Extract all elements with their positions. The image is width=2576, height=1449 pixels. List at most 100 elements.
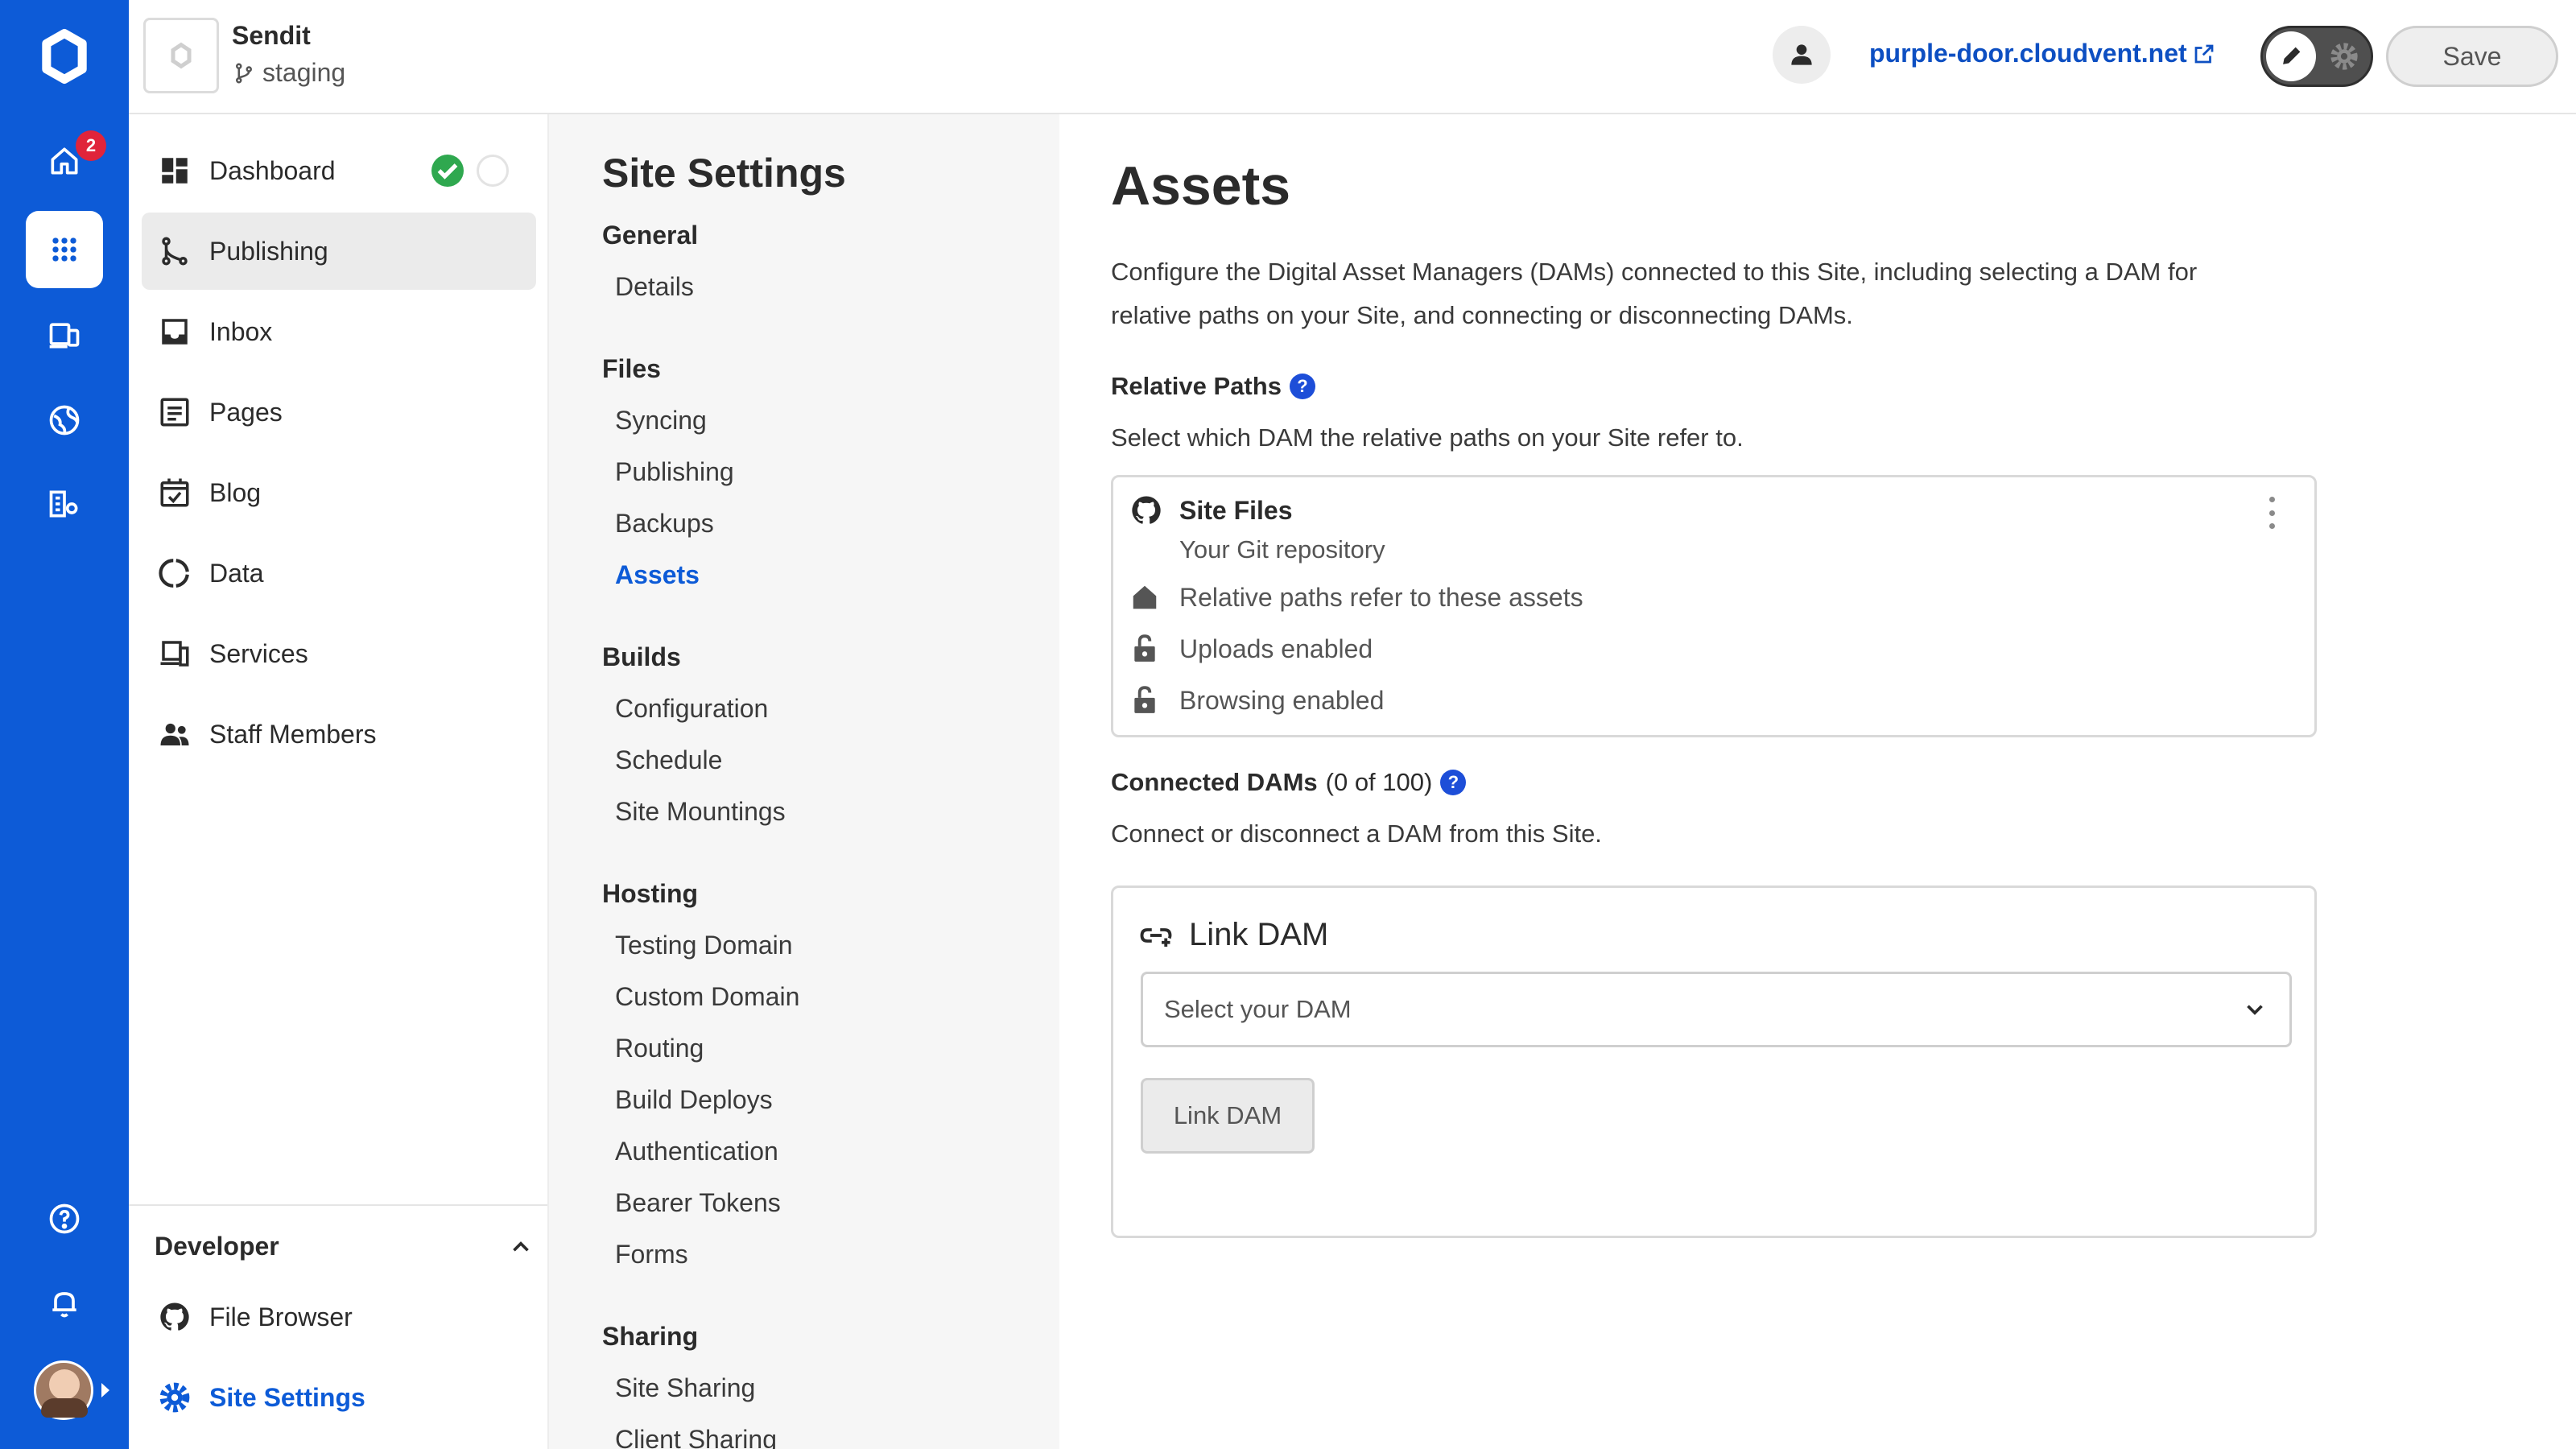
- dashboard-icon: [162, 158, 188, 184]
- site-files-header: Site Files: [1129, 493, 1293, 527]
- dam-select-placeholder: Select your DAM: [1164, 995, 1352, 1023]
- publishing-icon: [162, 237, 188, 266]
- dam-select[interactable]: Select your DAM: [1141, 972, 2292, 1047]
- menu-item-routing[interactable]: Routing: [615, 1034, 704, 1063]
- menu-item-schedule[interactable]: Schedule: [615, 745, 722, 775]
- check-status-icon: [431, 155, 464, 187]
- save-button[interactable]: Save: [2386, 26, 2558, 87]
- expand-caret-icon[interactable]: [101, 1383, 109, 1397]
- group-files: Files: [602, 354, 661, 383]
- menu-item-forms[interactable]: Forms: [615, 1240, 688, 1269]
- branch-indicator[interactable]: staging: [232, 58, 345, 88]
- connected-dams-heading: Connected DAMs (0 of 100) ?: [1111, 768, 1467, 797]
- edit-mode-toggle[interactable]: [2260, 26, 2373, 87]
- nav-label: Dashboard: [209, 155, 336, 185]
- page-description-line1: Configure the Digital Asset Managers (DA…: [1111, 258, 2198, 286]
- menu-item-syncing[interactable]: Syncing: [615, 406, 707, 436]
- branch-icon: [236, 63, 252, 83]
- gear-icon: [2326, 38, 2363, 75]
- menu-item-assets[interactable]: Assets: [615, 560, 700, 590]
- nav-label: Inbox: [209, 316, 273, 346]
- feature-uploads: Uploads enabled: [1129, 634, 1373, 664]
- pencil-icon: [2266, 31, 2316, 81]
- github-icon: [1132, 496, 1161, 524]
- link-dam-card: Link DAM Select your DAM Link DAM: [1111, 886, 2317, 1238]
- menu-item-authentication[interactable]: Authentication: [615, 1137, 778, 1166]
- site-url: purple-door.cloudvent.net: [1869, 39, 2187, 68]
- nav-item-services[interactable]: Services: [142, 615, 536, 692]
- nav-label: Blog: [209, 477, 262, 507]
- gear-icon: [159, 1382, 190, 1413]
- divider: [129, 1204, 547, 1206]
- site-nav: Dashboard Publishing Inbox Pages Blog Da…: [129, 114, 549, 1449]
- notification-badge: 2: [76, 130, 106, 161]
- unlocked-icon: [1134, 686, 1155, 713]
- menu-item-configuration[interactable]: Configuration: [615, 694, 768, 724]
- unlocked-icon: [1134, 634, 1155, 662]
- menu-item-details[interactable]: Details: [615, 272, 694, 302]
- menu-item-testing-domain[interactable]: Testing Domain: [615, 931, 793, 960]
- settings-menu: Site Settings General Details Files Sync…: [549, 114, 1059, 1449]
- menu-item-client-sharing[interactable]: Client Sharing: [615, 1425, 777, 1449]
- help-icon[interactable]: ?: [1440, 770, 1467, 795]
- menu-item-publishing[interactable]: Publishing: [615, 457, 734, 487]
- external-link-icon: [2194, 44, 2214, 63]
- devices-icon[interactable]: [26, 296, 103, 374]
- more-options-icon[interactable]: [2260, 497, 2284, 529]
- data-icon: [159, 559, 189, 588]
- feature-label: Relative paths refer to these assets: [1179, 582, 1583, 612]
- menu-item-site-sharing[interactable]: Site Sharing: [615, 1373, 755, 1403]
- nav-item-inbox[interactable]: Inbox: [142, 293, 536, 370]
- link-icon: [1140, 927, 1172, 947]
- connected-dams-subtitle: Connect or disconnect a DAM from this Si…: [1111, 819, 1602, 848]
- nav-item-blog[interactable]: Blog: [142, 454, 536, 531]
- organization-settings-icon[interactable]: [26, 465, 103, 543]
- nav-label: Site Settings: [209, 1382, 365, 1412]
- relative-paths-heading: Relative Paths ?: [1111, 372, 1315, 401]
- chevron-up-icon: [513, 1241, 529, 1252]
- dam-name: Site Files: [1179, 495, 1293, 525]
- top-header: Sendit staging purple-door.cloudvent.net…: [129, 0, 2576, 114]
- developer-title: Developer: [155, 1232, 279, 1261]
- menu-item-site-mountings[interactable]: Site Mountings: [615, 797, 786, 827]
- nav-item-pages[interactable]: Pages: [142, 374, 536, 451]
- nav-item-staff-members[interactable]: Staff Members: [142, 696, 536, 773]
- nav-item-dashboard[interactable]: Dashboard: [142, 132, 536, 209]
- cloudcannon-logo-icon[interactable]: [26, 18, 103, 95]
- connected-dams-title: Connected DAMs: [1111, 768, 1318, 796]
- avatar[interactable]: [34, 1360, 93, 1420]
- feature-label: Uploads enabled: [1179, 634, 1373, 663]
- pending-status-icon: [477, 155, 509, 187]
- account-icon[interactable]: [1773, 26, 1831, 84]
- nav-item-site-settings[interactable]: Site Settings: [142, 1359, 536, 1436]
- developer-section-toggle[interactable]: Developer: [155, 1232, 535, 1261]
- nav-label: Publishing: [209, 236, 328, 266]
- menu-item-build-deploys[interactable]: Build Deploys: [615, 1085, 773, 1115]
- nav-item-file-browser[interactable]: File Browser: [142, 1278, 536, 1356]
- pages-icon: [160, 398, 189, 427]
- feature-browsing: Browsing enabled: [1129, 685, 1384, 716]
- help-icon[interactable]: ?: [1289, 374, 1315, 399]
- help-icon[interactable]: [26, 1180, 103, 1257]
- feature-label: Browsing enabled: [1179, 685, 1385, 715]
- apps-grid-icon[interactable]: [26, 211, 103, 288]
- branch-name: staging: [262, 58, 346, 87]
- inbox-icon: [162, 319, 188, 345]
- link-dam-button[interactable]: Link DAM: [1141, 1078, 1315, 1154]
- nav-label: Staff Members: [209, 719, 377, 749]
- site-url-link[interactable]: purple-door.cloudvent.net: [1869, 39, 2216, 68]
- feature-relative-paths: Relative paths refer to these assets: [1129, 582, 1583, 613]
- menu-item-bearer-tokens[interactable]: Bearer Tokens: [615, 1188, 781, 1218]
- home-icon: [1133, 585, 1157, 609]
- nav-item-publishing[interactable]: Publishing: [142, 213, 536, 290]
- menu-item-custom-domain[interactable]: Custom Domain: [615, 982, 799, 1012]
- calendar-check-icon: [160, 478, 189, 507]
- nav-item-data[interactable]: Data: [142, 535, 536, 612]
- globe-icon[interactable]: [26, 382, 103, 459]
- relative-paths-title: Relative Paths: [1111, 372, 1282, 400]
- menu-item-backups[interactable]: Backups: [615, 509, 714, 539]
- site-files-card[interactable]: Site Files Your Git repository Relative …: [1111, 475, 2317, 737]
- site-thumbnail[interactable]: [143, 18, 219, 93]
- link-dam-title: Link DAM: [1189, 917, 1329, 952]
- bell-icon[interactable]: [26, 1264, 103, 1341]
